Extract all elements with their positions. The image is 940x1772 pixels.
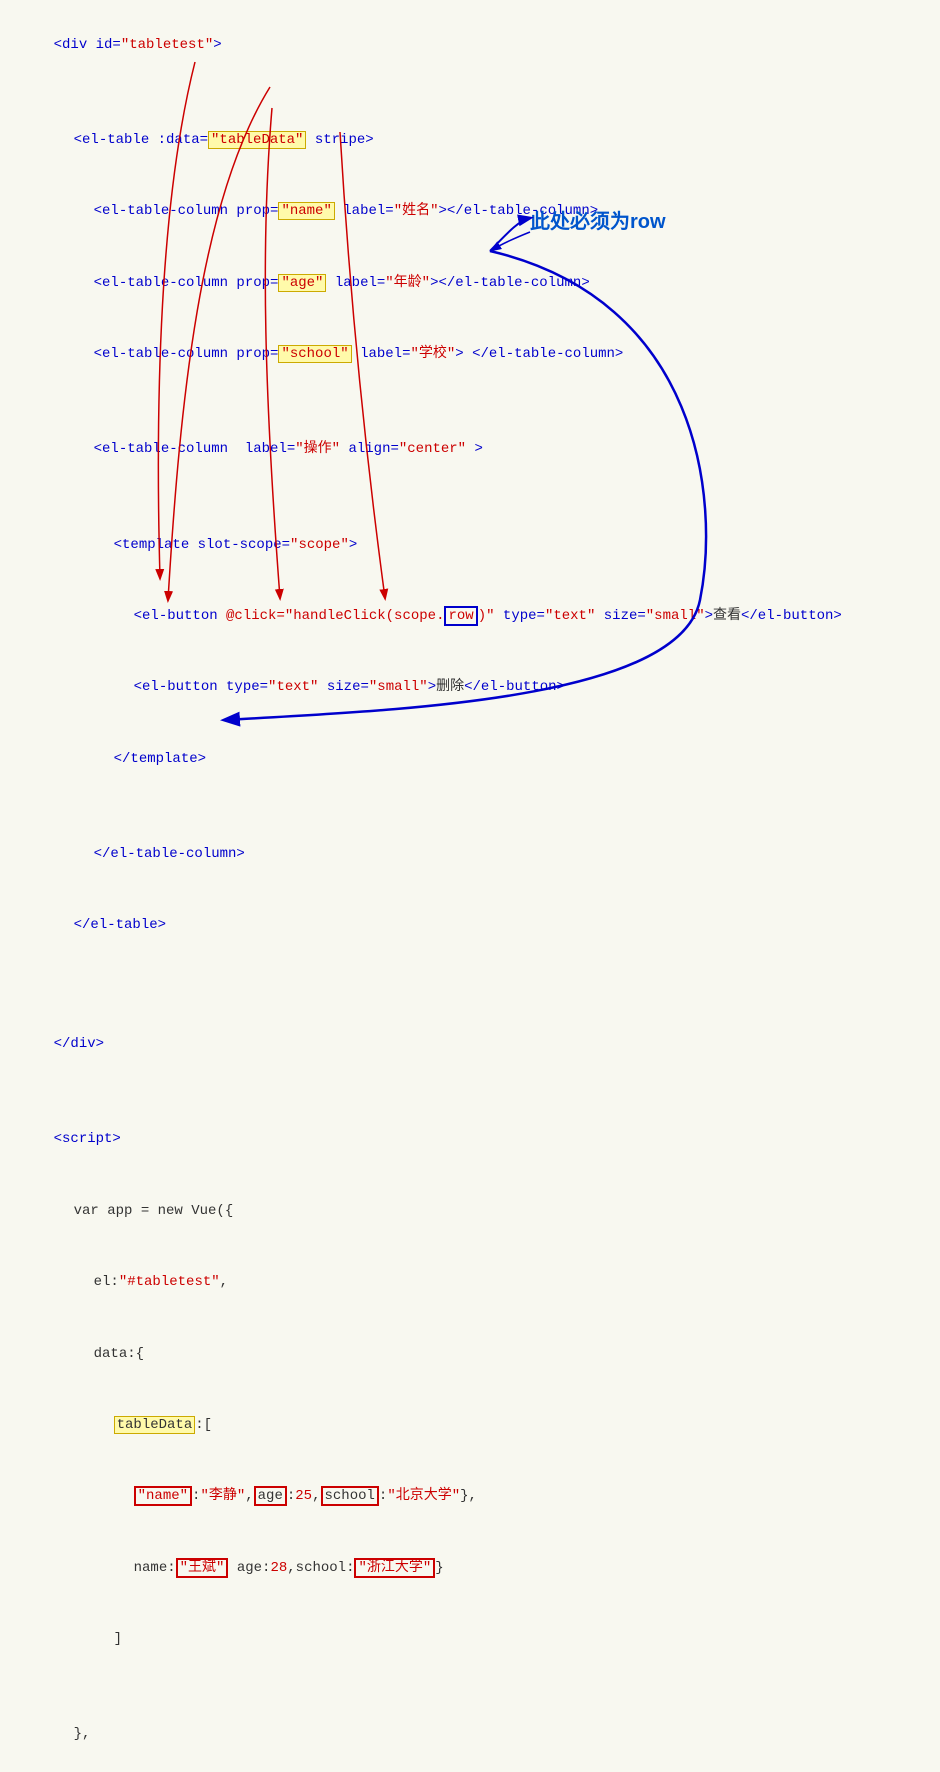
line-15: var app = new Vue({ bbox=[20, 1176, 920, 1247]
line-blank-5 bbox=[20, 962, 920, 986]
line-8: <el-button @click="handleClick(scope.row… bbox=[20, 581, 920, 652]
line-blank-4 bbox=[20, 795, 920, 819]
line-23: methods:{ bbox=[20, 1771, 920, 1772]
line-14: <script> bbox=[20, 1105, 920, 1176]
line-12: </el-table> bbox=[20, 890, 920, 961]
line-21: ] bbox=[20, 1604, 920, 1675]
line-3: <el-table-column prop="name" label="姓名">… bbox=[20, 177, 920, 248]
line-7: <template slot-scope="scope"> bbox=[20, 510, 920, 581]
line-1: <div id="tabletest"> bbox=[20, 10, 920, 81]
line-9: <el-button type="text" size="small">删除</… bbox=[20, 653, 920, 724]
line-17: data:{ bbox=[20, 1319, 920, 1390]
line-blank-6 bbox=[20, 986, 920, 1010]
line-19: "name":"李静",age:25,school:"北京大学"}, bbox=[20, 1462, 920, 1533]
line-10: </template> bbox=[20, 724, 920, 795]
line-blank-7 bbox=[20, 1081, 920, 1105]
line-13: </div> bbox=[20, 1009, 920, 1080]
line-5: <el-table-column prop="school" label="学校… bbox=[20, 319, 920, 390]
line-22: }, bbox=[20, 1700, 920, 1771]
line-11: </el-table-column> bbox=[20, 819, 920, 890]
line-blank-3 bbox=[20, 486, 920, 510]
line-blank-1 bbox=[20, 81, 920, 105]
line-4: <el-table-column prop="age" label="年龄"><… bbox=[20, 248, 920, 319]
code-container: <div id="tabletest"> <el-table :data="ta… bbox=[0, 0, 940, 1772]
annotation-text: 此处必须为row bbox=[530, 205, 666, 239]
line-16: el:"#tabletest", bbox=[20, 1247, 920, 1318]
line-18: tableData:[ bbox=[20, 1390, 920, 1461]
line-6: <el-table-column label="操作" align="cente… bbox=[20, 415, 920, 486]
line-blank-8 bbox=[20, 1676, 920, 1700]
line-20: name:"王斌" age:28,school:"浙江大学"} bbox=[20, 1533, 920, 1604]
line-blank-2 bbox=[20, 391, 920, 415]
line-2: <el-table :data="tableData" stripe> bbox=[20, 105, 920, 176]
